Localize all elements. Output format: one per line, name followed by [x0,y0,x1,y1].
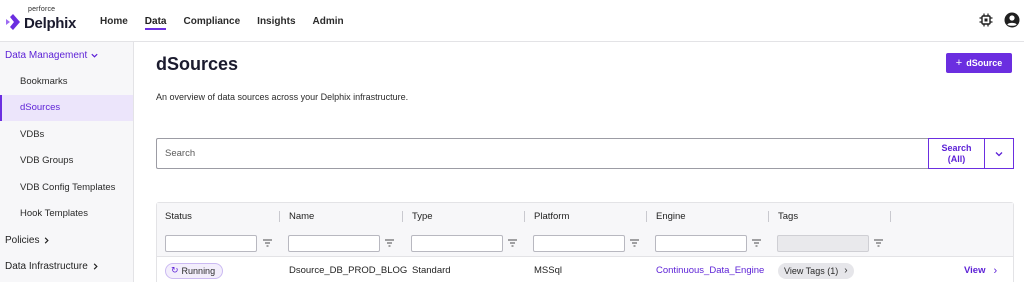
filter-row [157,229,1013,257]
plus-icon: + [955,57,963,69]
delphix-logo-icon [6,14,20,30]
column-header-type[interactable]: Type [412,203,433,229]
view-tags-label: View Tags (1) [784,265,839,276]
add-dsource-label: dSource [966,58,1003,68]
top-navigation-bar: perforce Delphix Home Data Compliance In… [0,0,1024,42]
sidebar-item-dsources[interactable]: dSources [0,94,133,121]
name-filter-input[interactable] [288,235,380,252]
add-dsource-button[interactable]: + dSource [946,53,1012,73]
sidebar-group-policies[interactable]: Policies [0,227,133,253]
top-icons [978,12,1020,28]
search-button[interactable]: Search (All) [928,138,985,169]
nav-compliance[interactable]: Compliance [183,0,240,42]
sidebar-item-hook-templates[interactable]: Hook Templates [0,201,133,228]
main-nav: Home Data Compliance Insights Admin [100,0,361,42]
view-button[interactable]: View › [964,265,997,277]
filter-icon[interactable] [752,239,761,247]
column-divider[interactable] [646,211,647,222]
brand-name: Delphix [24,15,77,32]
column-divider[interactable] [890,211,891,222]
column-header-platform[interactable]: Platform [534,203,569,229]
sidebar-item-vdbs[interactable]: VDBs [0,121,133,148]
column-divider[interactable] [768,211,769,222]
nav-admin[interactable]: Admin [313,0,344,42]
name-cell: Dsource_DB_PROD_BLOG [289,265,408,276]
search-input[interactable] [156,138,929,169]
status-cell: ↻ Running [165,258,224,282]
column-divider[interactable] [524,211,525,222]
status-filter-input[interactable] [165,235,257,252]
platform-filter-input[interactable] [533,235,625,252]
dsources-table: Status Name Type Platform Engine Tags ↻ … [156,202,1014,282]
filter-icon[interactable] [630,239,639,247]
chevron-down-icon [995,151,1003,156]
sidebar-item-bookmarks[interactable]: Bookmarks [0,68,133,95]
status-badge: ↻ Running [165,262,224,279]
sidebar-group-data-infrastructure[interactable]: Data Infrastructure [0,253,133,279]
chevron-right-icon: › [993,264,998,277]
engine-link[interactable]: Continuous_Data_Engine [656,258,764,282]
tags-filter-input [777,235,869,252]
main-content: dSources + dSource An overview of data s… [134,42,1024,282]
delphix-logo[interactable]: perforce Delphix [4,5,84,37]
column-header-tags[interactable]: Tags [778,203,798,229]
sidebar: Data Management Bookmarks dSources VDBs … [0,42,134,282]
filter-icon[interactable] [263,239,272,247]
chevron-right-icon [45,236,50,244]
nav-home[interactable]: Home [100,0,128,42]
brand-vendor: perforce [28,6,56,13]
chevron-down-icon [91,53,98,58]
column-divider[interactable] [402,211,403,222]
sidebar-item-vdb-config-templates[interactable]: VDB Config Templates [0,174,133,201]
sidebar-item-vdb-groups[interactable]: VDB Groups [0,148,133,175]
page-subtitle: An overview of data sources across your … [156,92,409,102]
filter-icon[interactable] [874,239,883,247]
column-header-status[interactable]: Status [165,203,192,229]
sidebar-group-data-management[interactable]: Data Management [0,42,133,68]
search-bar: Search(All) [156,138,1014,169]
sync-icon: ↻ [171,265,179,275]
chevron-right-icon: › [844,265,848,276]
action-cell: View › [964,258,997,282]
column-divider[interactable] [279,211,280,222]
view-tags-button[interactable]: View Tags (1) › [778,262,854,279]
column-header-name[interactable]: Name [289,203,314,229]
chevron-right-icon [93,262,98,270]
table-row[interactable]: ↻ Running Dsource_DB_PROD_BLOG Standard … [157,258,1013,282]
type-cell: Standard [412,265,451,276]
search-button-label: Search (All) [941,142,972,164]
chip-icon[interactable] [978,12,994,28]
engine-filter-input[interactable] [655,235,747,252]
type-filter-input[interactable] [411,235,503,252]
column-header-engine[interactable]: Engine [656,203,686,229]
nav-data[interactable]: Data [144,0,166,42]
user-account-icon[interactable] [1004,12,1020,28]
filter-icon[interactable] [508,239,517,247]
platform-cell: MSSql [534,265,562,276]
view-label: View [964,265,986,276]
filter-icon[interactable] [385,239,394,247]
tags-cell: View Tags (1) › [778,258,854,282]
table-header: Status Name Type Platform Engine Tags [157,203,1013,229]
sidebar-group-label: Policies [5,234,40,246]
status-label: Running [181,265,216,276]
search-options-dropdown[interactable] [984,138,1014,169]
sidebar-group-label: Data Infrastructure [5,260,88,272]
nav-insights[interactable]: Insights [257,0,295,42]
sidebar-group-label: Data Management [5,49,88,61]
page-title: dSources [156,54,239,74]
